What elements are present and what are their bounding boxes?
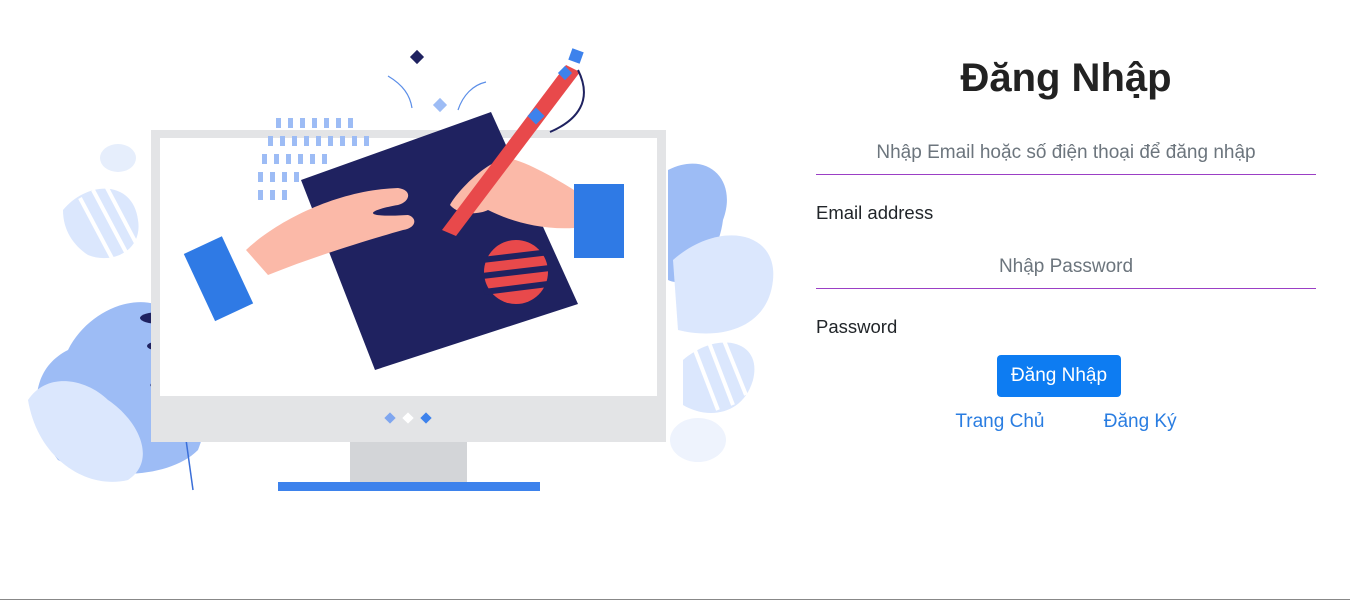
login-button[interactable]: Đăng Nhập [996, 355, 1122, 397]
password-label: Password [816, 316, 898, 337]
login-page: Đăng Nhập Email address Password Đăng Nh… [0, 0, 1350, 608]
email-input[interactable] [816, 136, 1316, 175]
submit-row: Đăng Nhập [816, 355, 1316, 397]
auth-links: Trang Chủ Đăng Ký [816, 411, 1316, 433]
login-form: Đăng Nhập Email address Password Đăng Nh… [816, 50, 1316, 433]
home-link[interactable]: Trang Chủ [955, 411, 1044, 432]
email-label: Email address [816, 202, 934, 223]
bottom-divider [0, 599, 1350, 600]
register-link[interactable]: Đăng Ký [1104, 411, 1177, 432]
password-input[interactable] [816, 250, 1316, 289]
login-illustration [28, 48, 774, 491]
page-title: Đăng Nhập [960, 56, 1172, 100]
